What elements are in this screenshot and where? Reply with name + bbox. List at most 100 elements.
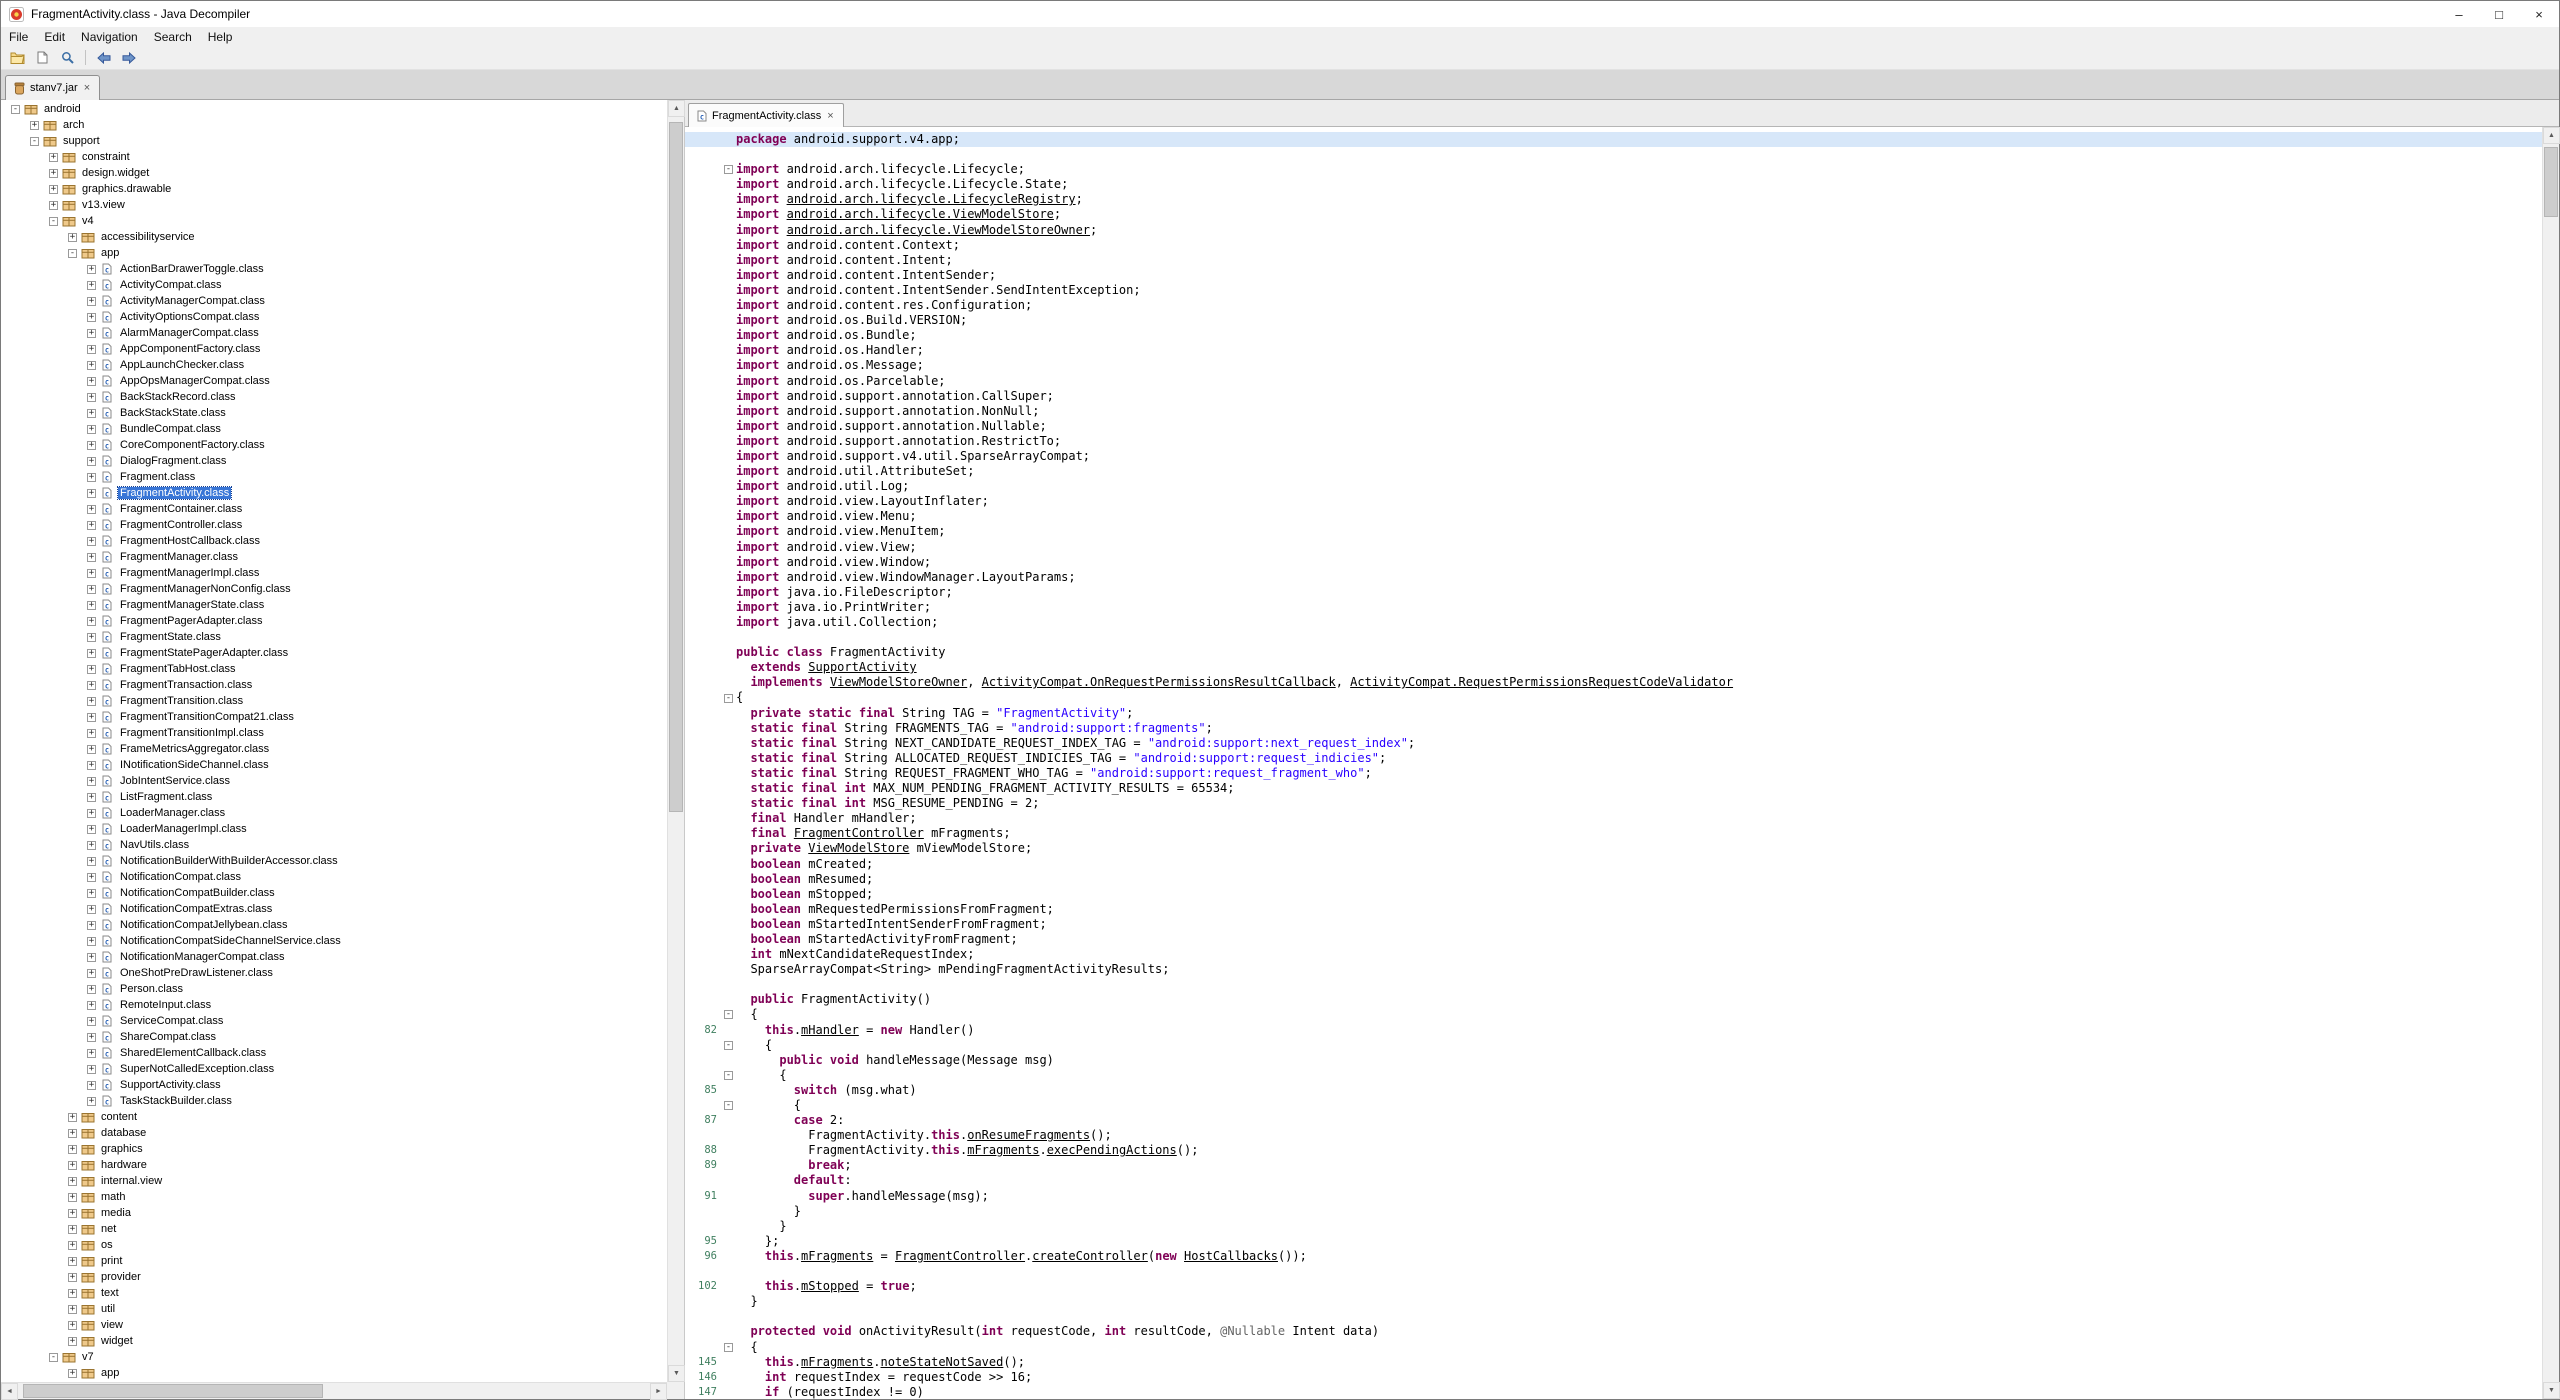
expand-toggle-icon[interactable]: + — [68, 1305, 77, 1314]
expand-toggle-icon[interactable]: + — [87, 281, 96, 290]
tree-vertical-scrollbar[interactable]: ▲ ▼ — [667, 100, 684, 1382]
code-link[interactable]: onResumeFragments — [967, 1128, 1090, 1142]
expand-toggle-icon[interactable]: + — [68, 1273, 77, 1282]
package-tree[interactable]: -android+arch-support+constraint+design.… — [1, 101, 667, 1382]
expand-toggle-icon[interactable]: + — [68, 1161, 77, 1170]
tree-item[interactable]: +CAppLaunchChecker.class — [1, 357, 667, 373]
expand-toggle-icon[interactable]: + — [87, 745, 96, 754]
tree-item[interactable]: +CNotificationCompat.class — [1, 869, 667, 885]
editor-tab-close-icon[interactable]: × — [826, 110, 834, 122]
expand-toggle-icon[interactable]: + — [87, 921, 96, 930]
open-file-button[interactable] — [5, 47, 30, 69]
expand-toggle-icon[interactable]: + — [87, 361, 96, 370]
tree-item[interactable]: +CAppOpsManagerCompat.class — [1, 373, 667, 389]
expand-toggle-icon[interactable]: + — [87, 521, 96, 530]
code-link[interactable]: FragmentController — [895, 1249, 1025, 1263]
expand-toggle-icon[interactable]: + — [87, 1097, 96, 1106]
expand-toggle-icon[interactable]: + — [87, 713, 96, 722]
search-button[interactable] — [55, 47, 80, 69]
code-link[interactable]: ViewModelStore — [808, 841, 909, 855]
tree-item[interactable]: +provider — [1, 1269, 667, 1285]
scroll-left-icon[interactable]: ◄ — [1, 1383, 18, 1400]
expand-toggle-icon[interactable]: + — [87, 1081, 96, 1090]
tree-item[interactable]: +CLoaderManagerImpl.class — [1, 821, 667, 837]
tree-item[interactable]: +CListFragment.class — [1, 789, 667, 805]
code-link[interactable]: HostCallbacks — [1184, 1249, 1278, 1263]
tree-item[interactable]: +CNotificationCompatExtras.class — [1, 901, 667, 917]
expand-toggle-icon[interactable]: + — [87, 761, 96, 770]
tree-item[interactable]: +arch — [1, 117, 667, 133]
expand-toggle-icon[interactable]: + — [87, 393, 96, 402]
code-link[interactable]: createController — [1032, 1249, 1148, 1263]
tree-item[interactable]: +CFragment.class — [1, 469, 667, 485]
scroll-right-icon[interactable]: ► — [650, 1383, 667, 1400]
tree-item[interactable]: +CFragmentContainer.class — [1, 501, 667, 517]
expand-toggle-icon[interactable]: + — [87, 873, 96, 882]
tree-item[interactable]: +hardware — [1, 1157, 667, 1173]
tree-item[interactable]: +CPerson.class — [1, 981, 667, 997]
expand-toggle-icon[interactable]: + — [87, 665, 96, 674]
tree-item[interactable]: +internal.view — [1, 1173, 667, 1189]
fold-toggle-icon[interactable]: - — [724, 1010, 733, 1019]
collapse-toggle-icon[interactable]: - — [68, 249, 77, 258]
expand-toggle-icon[interactable]: + — [87, 841, 96, 850]
expand-toggle-icon[interactable]: + — [87, 1001, 96, 1010]
menu-search[interactable]: Search — [146, 27, 200, 46]
expand-toggle-icon[interactable]: + — [87, 649, 96, 658]
expand-toggle-icon[interactable]: + — [68, 1225, 77, 1234]
tree-item[interactable]: +CNotificationManagerCompat.class — [1, 949, 667, 965]
tree-item[interactable]: +CSuperNotCalledException.class — [1, 1061, 667, 1077]
menu-file[interactable]: File — [1, 27, 36, 46]
tree-item[interactable]: +CNavUtils.class — [1, 837, 667, 853]
fold-toggle-icon[interactable]: - — [724, 1071, 733, 1080]
fold-toggle-icon[interactable]: - — [724, 694, 733, 703]
tree-item[interactable]: -support — [1, 133, 667, 149]
code-link[interactable]: mFragments — [801, 1249, 873, 1263]
expand-toggle-icon[interactable]: + — [87, 953, 96, 962]
code-link[interactable]: FragmentController — [794, 826, 924, 840]
code-link[interactable]: android.arch.lifecycle.ViewModelStoreOwn… — [787, 223, 1090, 237]
tree-item[interactable]: +graphics.drawable — [1, 181, 667, 197]
tree-item[interactable]: +CAlarmManagerCompat.class — [1, 325, 667, 341]
tree-item[interactable]: +CTaskStackBuilder.class — [1, 1093, 667, 1109]
expand-toggle-icon[interactable]: + — [68, 1257, 77, 1266]
tree-item[interactable]: +CDialogFragment.class — [1, 453, 667, 469]
tree-item[interactable]: +widget — [1, 1333, 667, 1349]
tree-item[interactable]: +accessibilityservice — [1, 229, 667, 245]
tree-item[interactable]: +CSharedElementCallback.class — [1, 1045, 667, 1061]
expand-toggle-icon[interactable]: + — [68, 1129, 77, 1138]
expand-toggle-icon[interactable]: + — [87, 537, 96, 546]
expand-toggle-icon[interactable]: + — [87, 1033, 96, 1042]
tree-item[interactable]: +CShareCompat.class — [1, 1029, 667, 1045]
expand-toggle-icon[interactable]: + — [68, 1289, 77, 1298]
tree-item[interactable]: +CNotificationCompatJellybean.class — [1, 917, 667, 933]
expand-toggle-icon[interactable]: + — [87, 617, 96, 626]
tree-item[interactable]: +CBackStackRecord.class — [1, 389, 667, 405]
tree-item[interactable]: +content — [1, 1109, 667, 1125]
expand-toggle-icon[interactable]: + — [87, 473, 96, 482]
tree-item[interactable]: +design.widget — [1, 165, 667, 181]
tree-item[interactable]: +CRemoteInput.class — [1, 997, 667, 1013]
expand-toggle-icon[interactable]: + — [68, 1321, 77, 1330]
navigate-back-button[interactable] — [91, 47, 116, 69]
expand-toggle-icon[interactable]: + — [87, 825, 96, 834]
tree-item[interactable]: +CServiceCompat.class — [1, 1013, 667, 1029]
tree-item[interactable]: +CFragmentController.class — [1, 517, 667, 533]
code-link[interactable]: android.arch.lifecycle.LifecycleRegistry — [787, 192, 1076, 206]
tree-item[interactable]: +CBackStackState.class — [1, 405, 667, 421]
tree-item[interactable]: +CActionBarDrawerToggle.class — [1, 261, 667, 277]
tree-item[interactable]: +math — [1, 1189, 667, 1205]
expand-toggle-icon[interactable]: + — [87, 857, 96, 866]
tree-item[interactable]: +util — [1, 1301, 667, 1317]
tree-scroll-thumb[interactable] — [669, 122, 683, 812]
tree-item[interactable]: +graphics — [1, 1141, 667, 1157]
expand-toggle-icon[interactable]: + — [68, 1337, 77, 1346]
navigate-forward-button[interactable] — [116, 47, 141, 69]
code-editor[interactable]: package android.support.v4.app;-import a… — [685, 127, 2559, 1399]
tree-item[interactable]: +CActivityManagerCompat.class — [1, 293, 667, 309]
expand-toggle-icon[interactable]: + — [68, 1177, 77, 1186]
expand-toggle-icon[interactable]: + — [87, 489, 96, 498]
fold-toggle-icon[interactable]: - — [724, 1101, 733, 1110]
tree-item[interactable]: +CFragmentPagerAdapter.class — [1, 613, 667, 629]
tree-item[interactable]: +CFragmentManagerNonConfig.class — [1, 581, 667, 597]
